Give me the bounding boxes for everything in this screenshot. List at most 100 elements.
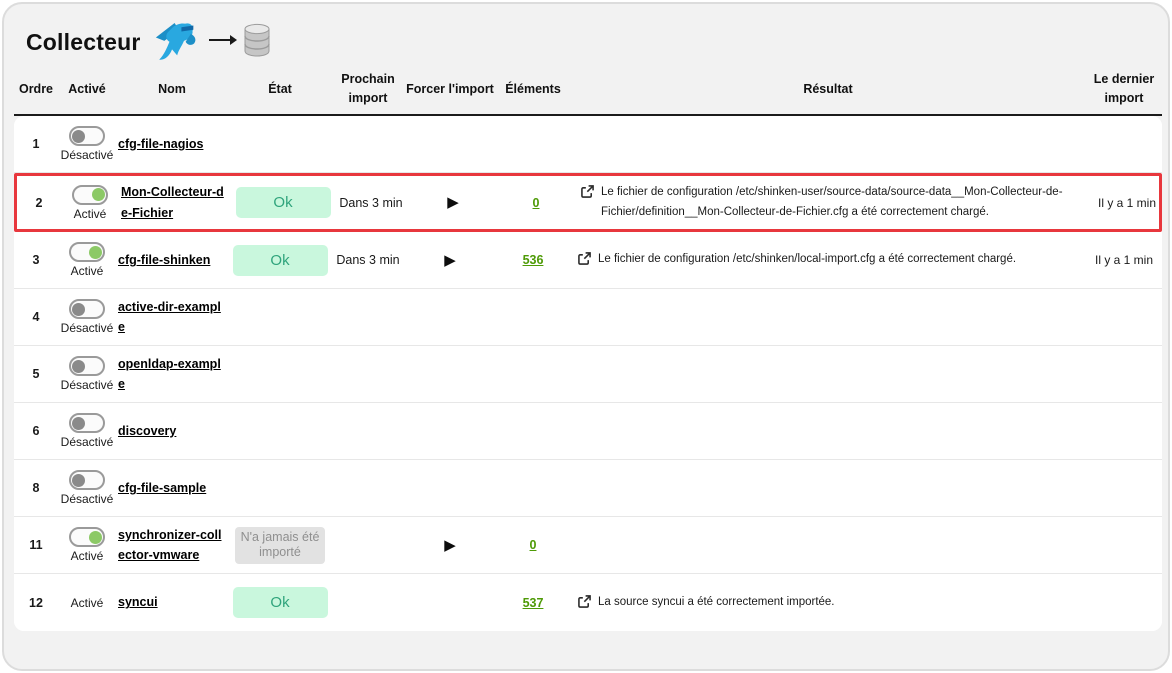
collector-name-link[interactable]: cfg-file-sample bbox=[118, 478, 206, 499]
column-header-forcer-import: Forcer l'import bbox=[404, 70, 496, 108]
toggle-knob bbox=[89, 246, 102, 259]
elements-count-link[interactable]: 537 bbox=[523, 596, 544, 610]
table-row: 4 Désactivé active-dir-example ▶ bbox=[14, 289, 1162, 346]
order-number: 1 bbox=[14, 131, 58, 157]
next-import-text: Dans 3 min bbox=[332, 247, 404, 273]
table-row: 5 Désactivé openldap-example ▶ bbox=[14, 346, 1162, 403]
active-toggle-label: Désactivé bbox=[61, 435, 114, 449]
next-import-text bbox=[332, 425, 404, 437]
last-import-text bbox=[1086, 597, 1162, 609]
active-toggle-label: Désactivé bbox=[61, 492, 114, 506]
last-import-text bbox=[1086, 311, 1162, 323]
state-badge: Ok bbox=[233, 245, 328, 276]
force-import-button[interactable]: ▶ bbox=[447, 195, 459, 210]
collector-name-link[interactable]: openldap-example bbox=[118, 354, 226, 395]
active-toggle-label: Activé bbox=[74, 207, 107, 221]
order-number: 4 bbox=[14, 304, 58, 330]
arrow-right-icon bbox=[208, 33, 238, 51]
logo-group bbox=[152, 17, 272, 68]
active-toggle-label: Désactivé bbox=[61, 378, 114, 392]
collector-name-link[interactable]: cfg-file-nagios bbox=[118, 134, 203, 155]
toggle-knob bbox=[72, 474, 85, 487]
last-import-text: Il y a 1 min bbox=[1089, 190, 1162, 216]
force-import-button[interactable]: ▶ bbox=[444, 538, 456, 553]
result-text: La source syncui a été correctement impo… bbox=[598, 593, 835, 613]
table-header-row: Ordre Activé Nom État Prochain import Fo… bbox=[14, 68, 1162, 114]
last-import-text bbox=[1086, 368, 1162, 380]
page-title: Collecteur bbox=[26, 29, 140, 56]
last-import-text bbox=[1086, 425, 1162, 437]
table-row: 3 Activé cfg-file-shinken Ok Dans 3 min … bbox=[14, 232, 1162, 289]
active-toggle[interactable] bbox=[72, 185, 108, 205]
table-row: 2 Activé Mon-Collecteur-de-Fichier Ok Da… bbox=[14, 173, 1162, 232]
next-import-text: Dans 3 min bbox=[335, 190, 407, 216]
active-toggle[interactable] bbox=[69, 126, 105, 146]
active-toggle[interactable] bbox=[69, 527, 105, 547]
toggle-knob bbox=[72, 417, 85, 430]
last-import-text bbox=[1086, 482, 1162, 494]
external-link-icon[interactable] bbox=[581, 185, 594, 201]
next-import-text bbox=[332, 539, 404, 551]
toggle-knob bbox=[72, 360, 85, 373]
toggle-knob bbox=[72, 303, 85, 316]
elements-count-link[interactable]: 536 bbox=[523, 253, 544, 267]
collector-name-link[interactable]: cfg-file-shinken bbox=[118, 250, 210, 271]
collector-name-link[interactable]: Mon-Collecteur-de-Fichier bbox=[121, 182, 229, 223]
collector-panel: Collecteur bbox=[2, 2, 1170, 671]
table-row: 6 Désactivé discovery ▶ bbox=[14, 403, 1162, 460]
collector-name-link[interactable]: syncui bbox=[118, 592, 158, 613]
active-toggle-label: Activé bbox=[71, 596, 104, 610]
table-row: 12 Activé syncui Ok ▶ 537 La source sync… bbox=[14, 574, 1162, 631]
active-toggle[interactable] bbox=[69, 470, 105, 490]
column-header-nom: Nom bbox=[116, 70, 228, 108]
next-import-text bbox=[332, 482, 404, 494]
result-text: Le fichier de configuration /etc/shinken… bbox=[598, 250, 1016, 270]
collector-name-link[interactable]: active-dir-example bbox=[118, 297, 226, 338]
active-toggle-label: Désactivé bbox=[61, 321, 114, 335]
collector-name-link[interactable]: synchronizer-collector-vmware bbox=[118, 525, 226, 566]
active-toggle-label: Désactivé bbox=[61, 148, 114, 162]
table-row: 8 Désactivé cfg-file-sample ▶ bbox=[14, 460, 1162, 517]
next-import-text bbox=[332, 597, 404, 609]
column-header-dernier-import: Le dernier import bbox=[1086, 70, 1162, 108]
external-link-icon[interactable] bbox=[578, 595, 591, 611]
column-header-etat: État bbox=[228, 70, 332, 108]
active-toggle[interactable] bbox=[69, 299, 105, 319]
collector-name-link[interactable]: discovery bbox=[118, 421, 176, 442]
last-import-text bbox=[1086, 138, 1162, 150]
active-toggle-label: Activé bbox=[71, 264, 104, 278]
last-import-text bbox=[1086, 539, 1162, 551]
order-number: 8 bbox=[14, 475, 58, 501]
title-bar: Collecteur bbox=[14, 4, 1158, 68]
order-number: 6 bbox=[14, 418, 58, 444]
active-toggle[interactable] bbox=[69, 356, 105, 376]
next-import-text bbox=[332, 368, 404, 380]
column-header-active: Activé bbox=[58, 70, 116, 108]
active-toggle[interactable] bbox=[69, 413, 105, 433]
order-number: 12 bbox=[14, 590, 58, 616]
column-header-resultat: Résultat bbox=[570, 70, 1086, 108]
order-number: 3 bbox=[14, 247, 58, 273]
last-import-text: Il y a 1 min bbox=[1086, 247, 1162, 273]
toggle-knob bbox=[92, 188, 105, 201]
elements-count-link[interactable]: 0 bbox=[530, 538, 537, 552]
active-toggle[interactable] bbox=[69, 242, 105, 262]
external-link-icon[interactable] bbox=[578, 252, 591, 268]
state-badge: Ok bbox=[236, 187, 331, 218]
table-row: 1 Désactivé cfg-file-nagios ▶ bbox=[14, 116, 1162, 173]
state-badge: Ok bbox=[233, 587, 328, 618]
order-number: 11 bbox=[14, 532, 58, 558]
force-import-button[interactable]: ▶ bbox=[444, 253, 456, 268]
column-header-ordre: Ordre bbox=[14, 70, 58, 108]
toggle-knob bbox=[72, 130, 85, 143]
order-number: 2 bbox=[17, 190, 61, 216]
result-text: Le fichier de configuration /etc/shinken… bbox=[601, 183, 1087, 222]
database-icon bbox=[242, 23, 272, 62]
shinken-ninja-icon bbox=[152, 17, 204, 68]
next-import-text bbox=[332, 311, 404, 323]
next-import-text bbox=[332, 138, 404, 150]
elements-count-link[interactable]: 0 bbox=[533, 196, 540, 210]
toggle-knob bbox=[89, 531, 102, 544]
column-header-prochain-import: Prochain import bbox=[332, 70, 404, 108]
order-number: 5 bbox=[14, 361, 58, 387]
